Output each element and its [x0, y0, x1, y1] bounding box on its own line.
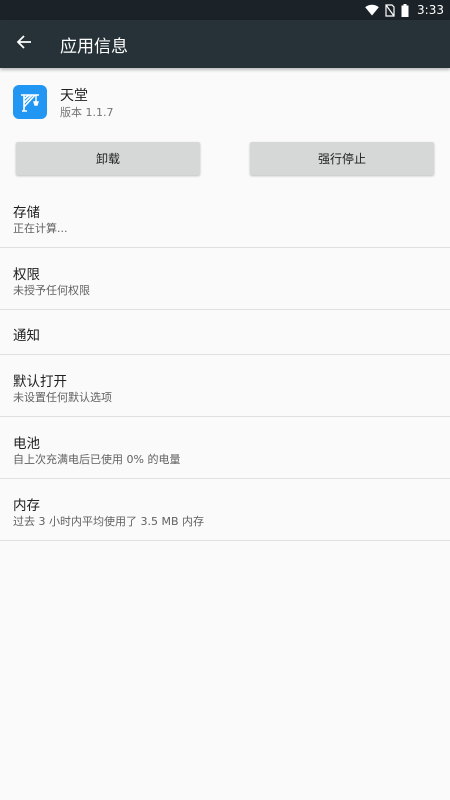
- item-title: 权限: [13, 267, 40, 283]
- battery-icon: [401, 3, 409, 17]
- storage-item[interactable]: 存储 正在计算...: [0, 186, 450, 248]
- battery-item[interactable]: 电池 自上次充满电后已使用 0% 的电量: [0, 417, 450, 479]
- back-button[interactable]: [0, 20, 48, 68]
- app-version: 版本 1.1.7: [60, 106, 114, 119]
- uninstall-button[interactable]: 卸载: [16, 142, 200, 175]
- no-sim-icon: [385, 3, 395, 17]
- arrow-left-icon: [16, 34, 32, 54]
- notifications-item[interactable]: 通知: [0, 310, 450, 355]
- permissions-item[interactable]: 权限 未授予任何权限: [0, 248, 450, 310]
- crane-app-icon: [13, 85, 47, 119]
- item-subtitle: 未授予任何权限: [13, 284, 90, 297]
- item-title: 默认打开: [13, 374, 67, 390]
- item-subtitle: 过去 3 小时内平均使用了 3.5 MB 内存: [13, 515, 205, 528]
- item-subtitle: 自上次充满电后已使用 0% 的电量: [13, 453, 181, 466]
- wifi-icon: [365, 4, 379, 16]
- toolbar: 应用信息: [0, 20, 450, 68]
- page-title: 应用信息: [60, 36, 128, 57]
- item-title: 内存: [13, 498, 40, 514]
- item-title: 通知: [13, 328, 40, 344]
- action-buttons: 卸载 强行停止: [0, 142, 450, 176]
- force-stop-button[interactable]: 强行停止: [250, 142, 434, 175]
- item-title: 存储: [13, 205, 40, 221]
- open-by-default-item[interactable]: 默认打开 未设置任何默认选项: [0, 355, 450, 417]
- item-subtitle: 正在计算...: [13, 222, 68, 235]
- memory-item[interactable]: 内存 过去 3 小时内平均使用了 3.5 MB 内存: [0, 479, 450, 541]
- app-header: 天堂 版本 1.1.7: [0, 68, 450, 134]
- app-name: 天堂: [60, 88, 88, 104]
- item-subtitle: 未设置任何默认选项: [13, 391, 112, 404]
- item-title: 电池: [13, 436, 40, 452]
- settings-list: 存储 正在计算... 权限 未授予任何权限 通知 默认打开 未设置任何默认选项 …: [0, 186, 450, 541]
- status-time: 3:33: [417, 3, 444, 17]
- status-icons: 3:33: [365, 0, 444, 20]
- status-bar: 3:33: [0, 0, 450, 20]
